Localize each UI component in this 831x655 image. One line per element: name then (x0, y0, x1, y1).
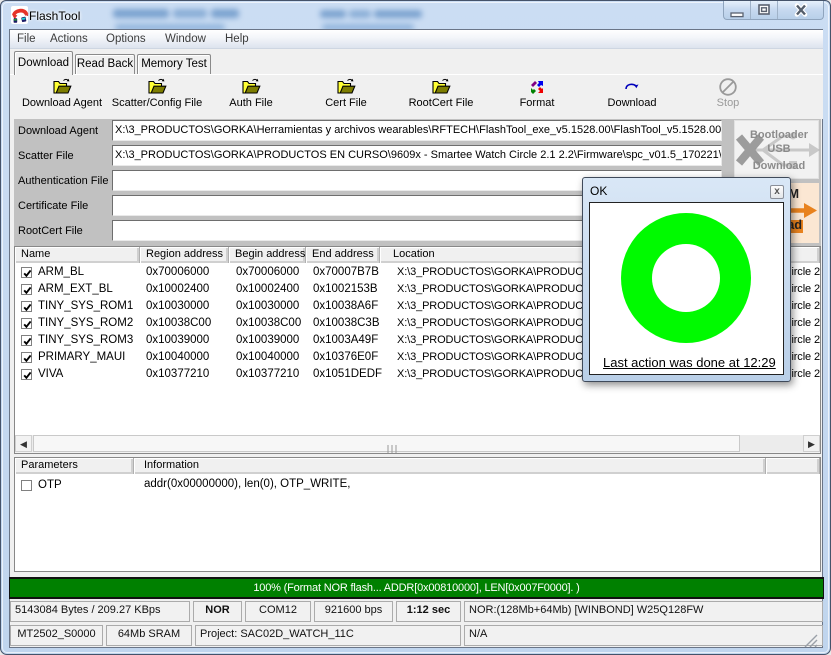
svg-text:USB: USB (767, 143, 790, 155)
svg-text:Bootloader: Bootloader (750, 129, 809, 141)
svg-text:Download: Download (753, 160, 806, 172)
